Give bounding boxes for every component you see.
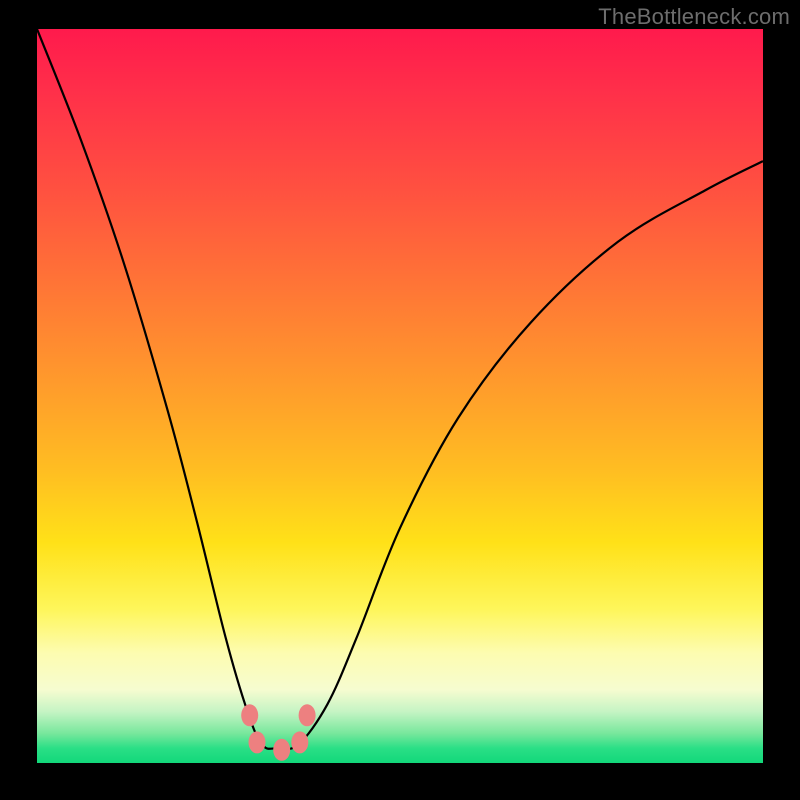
marker-right-bottom <box>291 731 308 753</box>
bottleneck-curve <box>37 29 763 749</box>
marker-left-bottom <box>249 731 266 753</box>
watermark-text: TheBottleneck.com <box>598 4 790 30</box>
plot-area <box>37 29 763 763</box>
curve-layer <box>37 29 763 763</box>
chart-frame: TheBottleneck.com <box>0 0 800 800</box>
marker-right-top <box>299 704 316 726</box>
marker-left-top <box>241 704 258 726</box>
curve-markers <box>241 704 315 761</box>
marker-center <box>273 739 290 761</box>
